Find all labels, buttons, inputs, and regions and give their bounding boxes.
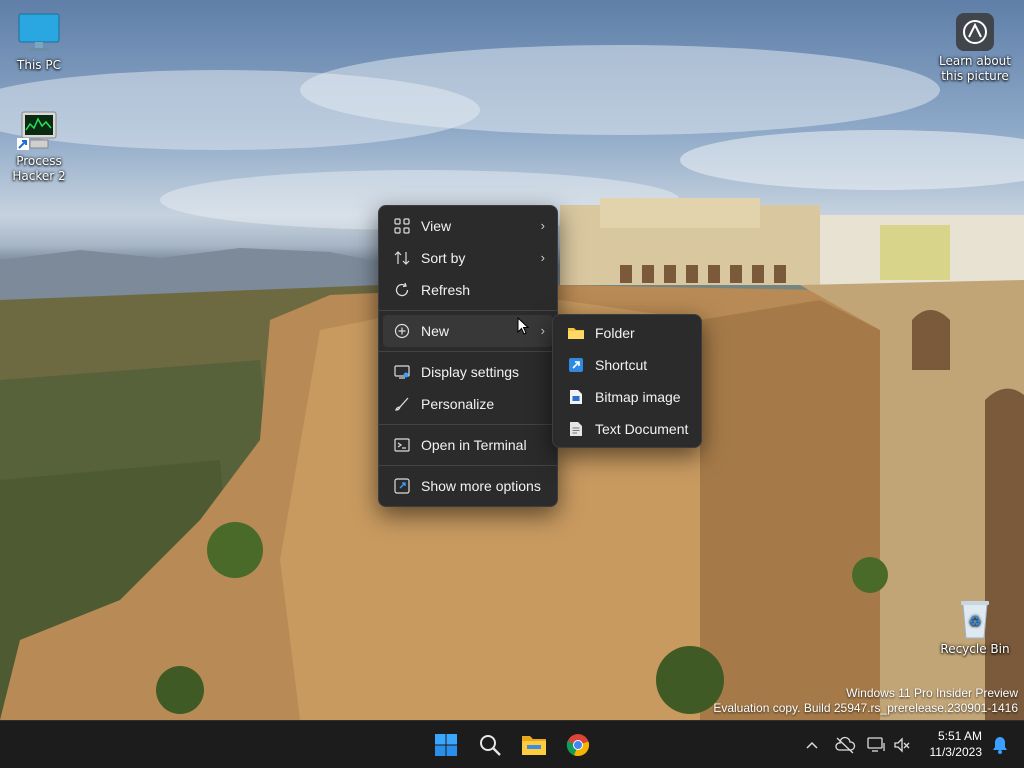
submenu-item-bitmap-image[interactable]: Bitmap image bbox=[553, 381, 701, 413]
evaluation-watermark: Windows 11 Pro Insider Preview Evaluatio… bbox=[713, 686, 1018, 716]
recycle-bin-shortcut[interactable]: ♻ Recycle Bin bbox=[933, 598, 1017, 657]
this-pc-label: This PC bbox=[17, 58, 61, 72]
clock-date: 11/3/2023 bbox=[929, 745, 983, 759]
process-hacker-label-2: Hacker 2 bbox=[12, 169, 66, 183]
desktop-context-menu: View › Sort by › Refresh New › Display s… bbox=[378, 205, 558, 507]
submenu-item-folder-label: Folder bbox=[595, 325, 635, 341]
submenu-item-shortcut[interactable]: Shortcut bbox=[553, 349, 701, 381]
grid-icon bbox=[393, 217, 411, 235]
submenu-item-folder[interactable]: Folder bbox=[553, 317, 701, 349]
sort-icon bbox=[393, 249, 411, 267]
file-explorer-button[interactable] bbox=[518, 729, 550, 761]
submenu-item-text-document-label: Text Document bbox=[595, 421, 689, 437]
menu-item-view[interactable]: View › bbox=[379, 210, 557, 242]
menu-item-display-settings-label: Display settings bbox=[421, 364, 520, 380]
new-submenu: Folder Shortcut Bitmap image Text Docume… bbox=[552, 314, 702, 448]
chevron-right-icon: › bbox=[540, 218, 545, 233]
text-document-icon bbox=[567, 420, 585, 438]
file-explorer-icon bbox=[522, 736, 546, 755]
terminal-icon bbox=[393, 436, 411, 454]
refresh-icon bbox=[393, 281, 411, 299]
menu-item-sort-by-label: Sort by bbox=[421, 250, 466, 266]
this-pc-shortcut[interactable]: This PC bbox=[0, 12, 81, 73]
process-hacker-label-1: Process bbox=[16, 154, 62, 168]
menu-separator bbox=[379, 310, 557, 311]
chevron-right-icon: › bbox=[540, 323, 545, 338]
menu-item-show-more-options-label: Show more options bbox=[421, 478, 541, 494]
start-button[interactable] bbox=[430, 729, 462, 761]
spotlight-label-2: this picture bbox=[941, 69, 1009, 83]
start-icon bbox=[435, 734, 457, 756]
menu-separator bbox=[379, 351, 557, 352]
volume-muted-icon[interactable] bbox=[892, 735, 912, 755]
chrome-icon bbox=[566, 734, 590, 756]
spotlight-label-1: Learn about bbox=[939, 54, 1011, 68]
recycle-bin-label: Recycle Bin bbox=[940, 642, 1010, 656]
menu-item-view-label: View bbox=[421, 218, 452, 234]
process-hacker-shortcut[interactable]: Process Hacker 2 bbox=[0, 110, 81, 184]
menu-item-refresh[interactable]: Refresh bbox=[379, 274, 557, 306]
brush-icon bbox=[393, 395, 411, 413]
search-icon bbox=[480, 735, 501, 756]
clock[interactable]: 5:51 AM 11/3/2023 bbox=[930, 728, 983, 760]
display-icon bbox=[393, 363, 411, 381]
process-hacker-icon bbox=[17, 111, 57, 150]
menu-item-show-more-options[interactable]: Show more options bbox=[379, 470, 557, 502]
network-icon[interactable] bbox=[866, 735, 888, 755]
chevron-right-icon: › bbox=[540, 250, 545, 265]
menu-separator bbox=[379, 465, 557, 466]
submenu-item-shortcut-label: Shortcut bbox=[595, 357, 648, 373]
cloud-offline-icon[interactable] bbox=[834, 735, 856, 755]
spotlight-learn-about[interactable]: Learn about this picture bbox=[933, 12, 1017, 84]
bell-icon bbox=[993, 737, 1007, 754]
menu-item-personalize-label: Personalize bbox=[421, 396, 495, 412]
submenu-item-bitmap-image-label: Bitmap image bbox=[595, 389, 681, 405]
chrome-button[interactable] bbox=[562, 729, 594, 761]
watermark-line-1: Windows 11 Pro Insider Preview bbox=[846, 686, 1018, 700]
notifications-button[interactable] bbox=[984, 729, 1016, 761]
system-tray bbox=[802, 721, 912, 768]
submenu-item-text-document[interactable]: Text Document bbox=[553, 413, 701, 445]
taskbar: 5:51 AM 11/3/2023 bbox=[0, 720, 1024, 768]
chevron-up-icon[interactable] bbox=[802, 735, 822, 755]
bitmap-icon bbox=[567, 388, 585, 406]
menu-item-open-in-terminal-label: Open in Terminal bbox=[421, 437, 527, 453]
menu-item-refresh-label: Refresh bbox=[421, 282, 471, 298]
menu-item-new-label: New bbox=[421, 323, 450, 339]
svg-text:♻: ♻ bbox=[969, 614, 982, 630]
monitor-icon bbox=[18, 13, 60, 51]
menu-item-sort-by[interactable]: Sort by › bbox=[379, 242, 557, 274]
expand-icon bbox=[393, 477, 411, 495]
folder-icon bbox=[567, 324, 585, 342]
camera-icon bbox=[956, 13, 994, 51]
recycle-bin-icon: ♻ bbox=[961, 601, 989, 639]
search-button[interactable] bbox=[474, 729, 506, 761]
menu-separator bbox=[379, 424, 557, 425]
menu-item-display-settings[interactable]: Display settings bbox=[379, 356, 557, 388]
clock-time: 5:51 AM bbox=[937, 729, 982, 743]
mouse-cursor-icon bbox=[517, 317, 529, 335]
plus-circle-icon bbox=[393, 322, 411, 340]
menu-item-personalize[interactable]: Personalize bbox=[379, 388, 557, 420]
shortcut-icon bbox=[567, 356, 585, 374]
menu-item-open-in-terminal[interactable]: Open in Terminal bbox=[379, 429, 557, 461]
watermark-line-2: Evaluation copy. Build 25947.rs_prerelea… bbox=[713, 701, 1018, 715]
